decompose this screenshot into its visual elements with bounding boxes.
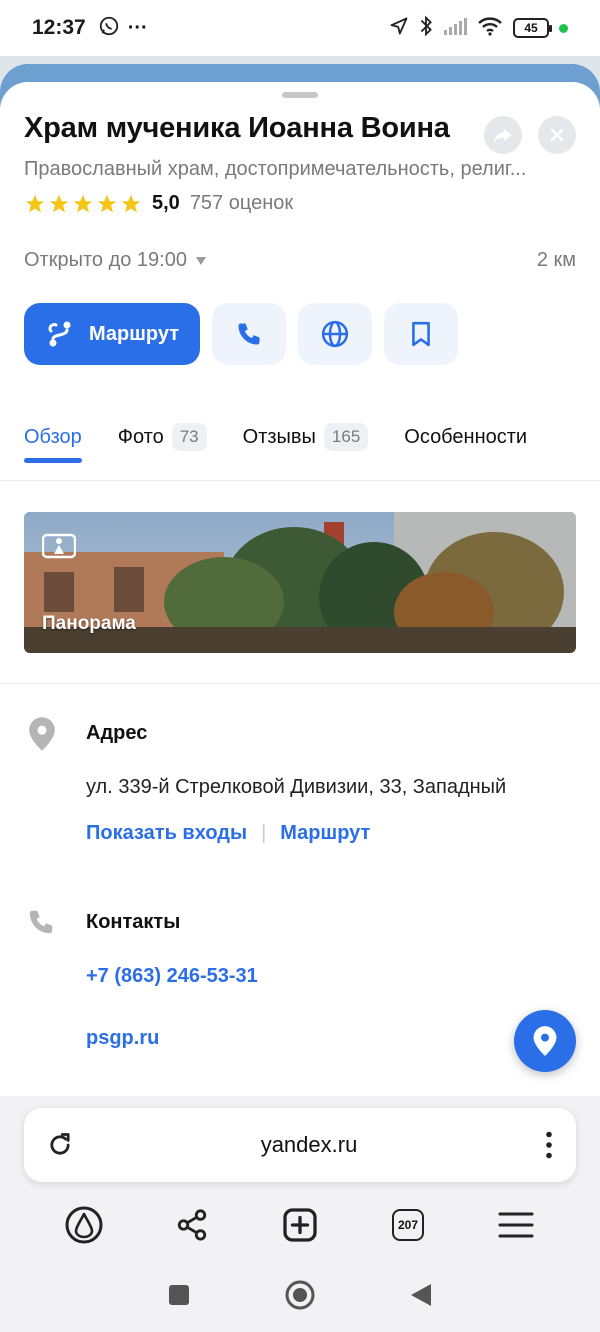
wifi-icon	[477, 16, 503, 41]
tab-label: Фото	[117, 425, 164, 448]
tabs-switcher-button[interactable]: 207	[386, 1203, 430, 1247]
system-navigation-bar	[0, 1272, 600, 1322]
square-icon	[168, 1284, 189, 1305]
new-tab-button[interactable]	[278, 1203, 322, 1247]
address-title: Адрес	[86, 722, 148, 744]
star-icon	[49, 194, 69, 212]
phone-link[interactable]: +7 (863) 246-53-31	[86, 965, 258, 988]
close-icon	[550, 128, 564, 142]
panorama-divider	[0, 683, 600, 684]
place-categories: Православный храм, достопримечательность…	[24, 158, 527, 180]
place-tabs: Обзор Фото 73 Отзывы 165 Особенности	[24, 415, 584, 463]
route-button-label: Маршрут	[88, 322, 180, 345]
hours-text: Открыто до 19:00	[24, 249, 187, 271]
reload-icon[interactable]	[46, 1131, 74, 1159]
star-icon	[121, 194, 141, 212]
tab-photos[interactable]: Фото 73	[118, 423, 207, 451]
address-text[interactable]: ул. 339-й Стрелковой Дивизии, 33, Западн…	[86, 776, 506, 799]
contacts-phone-icon	[29, 910, 53, 934]
call-button[interactable]	[212, 303, 286, 365]
status-bar: 12:37 ··· 45	[0, 0, 600, 56]
panorama-label: Панорама	[42, 613, 136, 634]
link-separator: |	[261, 822, 267, 844]
reviews-count: 757 оценок	[189, 192, 294, 214]
rating-summary[interactable]: 5,0 757 оценок	[24, 192, 293, 215]
alice-icon	[65, 1206, 103, 1244]
alice-button[interactable]	[62, 1203, 106, 1247]
hamburger-icon	[498, 1212, 534, 1238]
tabs-count: 207	[392, 1209, 424, 1241]
action-buttons: Маршрут	[24, 303, 458, 365]
rating-value: 5,0	[152, 192, 180, 214]
my-location-button[interactable]	[514, 1010, 576, 1072]
browser-toolbar: 207	[0, 1196, 600, 1254]
back-button[interactable]	[409, 1282, 433, 1313]
tabs-divider	[0, 480, 600, 481]
tab-label: Особенности	[404, 425, 528, 448]
address-route-link[interactable]: Маршрут	[280, 822, 370, 845]
address-bar[interactable]: yandex.ru	[24, 1108, 576, 1182]
rating-stars	[24, 193, 142, 215]
tab-overview[interactable]: Обзор	[24, 425, 82, 463]
sheet-grabber[interactable]	[282, 92, 318, 98]
signal-icon	[443, 17, 467, 40]
tab-count: 165	[323, 423, 369, 451]
battery-indicator: 45	[513, 18, 552, 38]
more-menu-icon[interactable]	[544, 1131, 554, 1159]
place-card-sheet: Храм мученика Иоанна Воина Православный …	[0, 82, 600, 1102]
website-link[interactable]: psgp.ru	[86, 1027, 159, 1050]
address-links: Показать входы | Маршрут	[86, 822, 370, 845]
star-icon	[97, 194, 117, 212]
recents-button[interactable]	[167, 1283, 191, 1312]
bookmark-icon	[412, 321, 430, 347]
back-triangle-icon	[411, 1283, 432, 1306]
share-button[interactable]	[484, 116, 522, 154]
browser-menu-button[interactable]	[494, 1203, 538, 1247]
star-icon	[25, 194, 45, 212]
panorama-icon	[42, 533, 76, 559]
share-arrow-icon	[493, 128, 512, 143]
place-pin-icon	[533, 1026, 557, 1056]
tab-reviews[interactable]: Отзывы 165	[243, 423, 369, 451]
website-button[interactable]	[298, 303, 372, 365]
place-title: Храм мученика Иоанна Воина	[24, 112, 450, 144]
privacy-dot	[559, 23, 568, 33]
tab-count: 73	[171, 423, 207, 451]
distance: 2 км	[536, 249, 576, 271]
url-text[interactable]: yandex.ru	[74, 1132, 544, 1158]
route-button[interactable]: Маршрут	[24, 303, 200, 365]
star-icon	[73, 194, 93, 212]
more-notifications-icon: ···	[127, 16, 148, 39]
location-pin-icon	[29, 717, 55, 751]
tab-features[interactable]: Особенности	[404, 426, 527, 449]
route-icon	[48, 321, 71, 347]
globe-icon	[321, 320, 349, 348]
panorama-preview[interactable]: Панорама	[24, 512, 576, 653]
share-icon	[177, 1209, 207, 1241]
share-page-button[interactable]	[170, 1203, 214, 1247]
location-icon	[389, 16, 409, 41]
home-circle-icon	[285, 1280, 315, 1309]
tab-label: Обзор	[24, 425, 82, 448]
tab-label: Отзывы	[242, 425, 316, 448]
bluetooth-icon	[419, 15, 433, 42]
close-button[interactable]	[538, 116, 576, 154]
opening-hours[interactable]: Открыто до 19:00	[24, 249, 207, 272]
chevron-down-icon	[195, 256, 206, 265]
browser-bottom-bar: yandex.ru 207	[0, 1096, 600, 1332]
show-entrances-link[interactable]: Показать входы	[86, 822, 247, 845]
whatsapp-icon	[98, 15, 120, 42]
bookmark-button[interactable]	[384, 303, 458, 365]
status-time: 12:37	[32, 16, 86, 39]
home-button[interactable]	[284, 1279, 316, 1316]
plus-icon	[283, 1208, 317, 1242]
phone-icon	[238, 323, 260, 345]
contacts-title: Контакты	[86, 911, 181, 933]
